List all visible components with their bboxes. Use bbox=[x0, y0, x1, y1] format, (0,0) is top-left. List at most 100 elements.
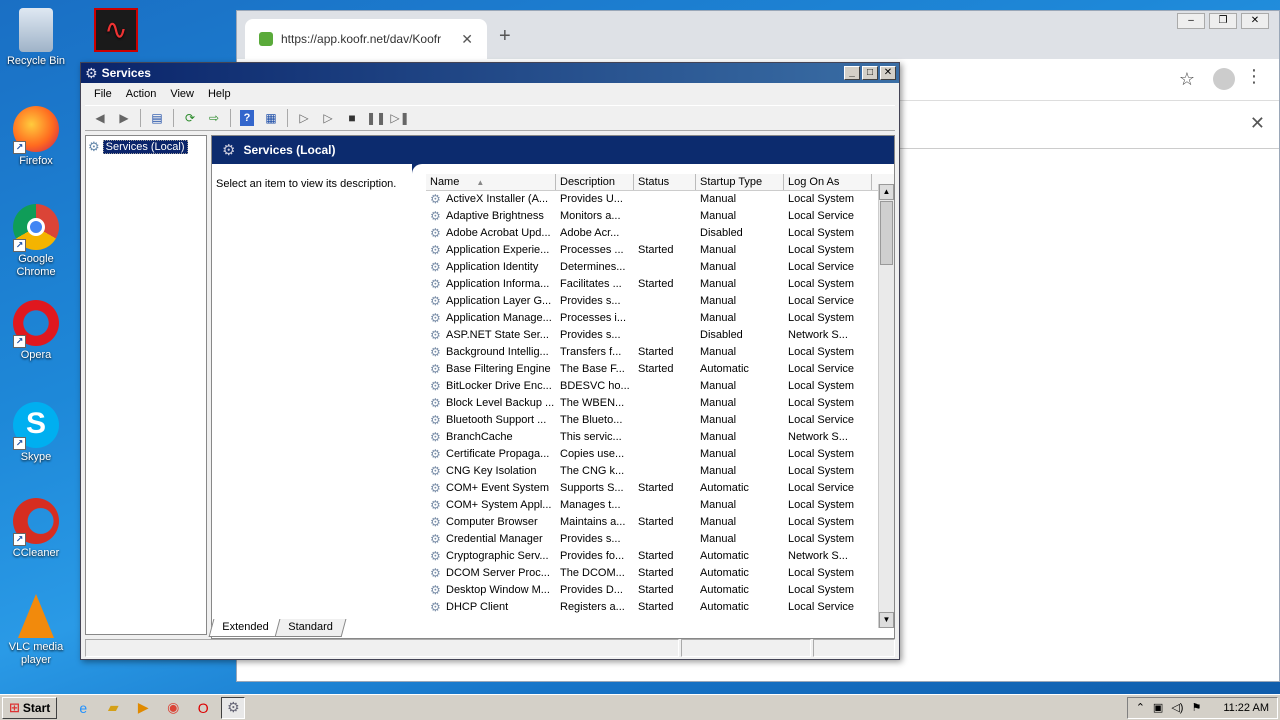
service-row[interactable]: ⚙ COM+ System Appl... Manages t... Manual Lo… bbox=[426, 497, 894, 514]
desktop-icon-ccleaner[interactable]: ↗ CCleaner bbox=[0, 498, 72, 560]
desktop-icon-recycle-bin[interactable]: Recycle Bin bbox=[0, 8, 72, 68]
service-row[interactable]: ⚙ Application Informa... Facilitates ... St… bbox=[426, 276, 894, 293]
service-description: Processes ... bbox=[560, 244, 624, 256]
service-row[interactable]: ⚙ Bluetooth Support ... The Blueto... Manua… bbox=[426, 412, 894, 429]
service-status: Started bbox=[638, 482, 674, 494]
tab-extended[interactable]: Extended bbox=[208, 619, 282, 637]
restore-icon[interactable]: ❐ bbox=[1209, 13, 1237, 29]
service-name: ⚙ Base Filtering Engine bbox=[426, 361, 556, 378]
desktop-icon-vlc[interactable]: VLC media player bbox=[0, 594, 72, 667]
start-service-icon[interactable]: ▷ bbox=[293, 108, 315, 128]
chrome-taskbar-icon[interactable]: ◉ bbox=[161, 697, 185, 719]
chrome-menu-icon[interactable]: ⋮ bbox=[1245, 66, 1263, 87]
refresh-icon[interactable]: ⟳ bbox=[179, 108, 201, 128]
service-row[interactable]: ⚙ Computer Browser Maintains a... Started Ma… bbox=[426, 514, 894, 531]
menu-action[interactable]: Action bbox=[119, 88, 164, 100]
service-row[interactable]: ⚙ Background Intellig... Transfers f... Sta… bbox=[426, 344, 894, 361]
chrome-tab-title: https://app.koofr.net/dav/Koofr bbox=[281, 32, 442, 46]
column-header-startup-type[interactable]: Startup Type bbox=[696, 174, 784, 190]
service-gear-icon: ⚙ bbox=[430, 498, 441, 512]
network-icon[interactable]: ▣ bbox=[1153, 701, 1163, 714]
menu-file[interactable]: File bbox=[87, 88, 119, 100]
opera-taskbar-icon[interactable]: O bbox=[191, 697, 215, 719]
infobar-close-icon[interactable]: ✕ bbox=[1250, 113, 1265, 134]
service-name-text: Base Filtering Engine bbox=[446, 363, 551, 375]
show-hidden-icons-icon[interactable]: ⌃ bbox=[1136, 701, 1145, 714]
clock[interactable]: 11:22 AM bbox=[1223, 702, 1269, 714]
export-list-icon[interactable]: ⇨ bbox=[203, 108, 225, 128]
maximize-icon[interactable]: □ bbox=[862, 66, 878, 80]
service-row[interactable]: ⚙ DCOM Server Proc... The DCOM... Started Au… bbox=[426, 565, 894, 582]
service-row[interactable]: ⚙ Cryptographic Serv... Provides fo... Star… bbox=[426, 548, 894, 565]
help-icon[interactable]: ? bbox=[240, 110, 254, 126]
internet-explorer-icon[interactable]: e bbox=[71, 697, 95, 719]
close-icon[interactable]: ✕ bbox=[1241, 13, 1269, 29]
properties-icon[interactable]: ▦ bbox=[260, 108, 282, 128]
service-row[interactable]: ⚙ Block Level Backup ... The WBEN... Manual… bbox=[426, 395, 894, 412]
media-player-icon[interactable]: ▶ bbox=[131, 697, 155, 719]
file-explorer-icon[interactable]: ▰ bbox=[101, 697, 125, 719]
service-name: ⚙ DCOM Server Proc... bbox=[426, 565, 556, 582]
minimize-icon[interactable]: _ bbox=[844, 66, 860, 80]
desktop-icon-opera[interactable]: ↗ Opera bbox=[0, 300, 72, 362]
restart-service-icon[interactable]: ▷❚ bbox=[389, 108, 411, 128]
scrollbar-thumb[interactable] bbox=[880, 201, 893, 265]
column-header-status[interactable]: Status bbox=[634, 174, 696, 190]
volume-icon[interactable]: ◁) bbox=[1171, 701, 1183, 714]
service-row[interactable]: ⚙ Application Experie... Processes ... Star… bbox=[426, 242, 894, 259]
chrome-tabstrip: https://app.koofr.net/dav/Koofr ✕ + ‒ ❐ … bbox=[237, 11, 1279, 59]
start-service-alt-icon[interactable]: ▷ bbox=[317, 108, 339, 128]
scroll-up-icon[interactable]: ▲ bbox=[879, 184, 894, 200]
close-icon[interactable]: ✕ bbox=[880, 66, 896, 80]
service-status: Started bbox=[638, 601, 674, 613]
desktop-icon-acrobat[interactable]: ∿ bbox=[80, 8, 152, 55]
service-log-on-as: Local System bbox=[788, 499, 855, 511]
profile-avatar-icon[interactable] bbox=[1213, 68, 1235, 90]
service-row[interactable]: ⚙ Application Identity Determines... Manual… bbox=[426, 259, 894, 276]
column-header-log-on-as[interactable]: Log On As bbox=[784, 174, 872, 190]
service-row[interactable]: ⚙ Adaptive Brightness Monitors a... Manual L… bbox=[426, 208, 894, 225]
scroll-down-icon[interactable]: ▼ bbox=[879, 612, 894, 628]
service-row[interactable]: ⚙ Application Manage... Processes i... Manu… bbox=[426, 310, 894, 327]
service-row[interactable]: ⚙ Desktop Window M... Provides D... Started… bbox=[426, 582, 894, 599]
menu-view[interactable]: View bbox=[163, 88, 201, 100]
service-row[interactable]: ⚙ Application Layer G... Provides s... Manu… bbox=[426, 293, 894, 310]
menu-help[interactable]: Help bbox=[201, 88, 238, 100]
pause-service-icon[interactable]: ❚❚ bbox=[365, 108, 387, 128]
service-row[interactable]: ⚙ Adobe Acrobat Upd... Adobe Acr... Disable… bbox=[426, 225, 894, 242]
column-header-description[interactable]: Description bbox=[556, 174, 634, 190]
service-row[interactable]: ⚙ ASP.NET State Ser... Provides s... Disabl… bbox=[426, 327, 894, 344]
start-button[interactable]: ⊞ Start bbox=[2, 696, 58, 719]
desktop-icon-chrome[interactable]: ↗ Google Chrome bbox=[0, 204, 72, 279]
service-row[interactable]: ⚙ BranchCache This servic... Manual Network … bbox=[426, 429, 894, 446]
service-row[interactable]: ⚙ CNG Key Isolation The CNG k... Manual Loca… bbox=[426, 463, 894, 480]
desktop-icon-firefox[interactable]: ↗ Firefox bbox=[0, 106, 72, 168]
column-header-name[interactable]: Name ▲ bbox=[426, 174, 556, 190]
action-center-flag-icon[interactable]: ⚑ bbox=[1191, 701, 1201, 714]
new-tab-button[interactable]: + bbox=[499, 25, 511, 48]
service-row[interactable]: ⚙ COM+ Event System Supports S... Started Au… bbox=[426, 480, 894, 497]
stop-service-icon[interactable]: ■ bbox=[341, 108, 363, 128]
services-titlebar[interactable]: ⚙ Services _ □ ✕ bbox=[81, 63, 899, 83]
opera-icon: ↗ bbox=[13, 300, 59, 348]
bookmark-star-icon[interactable]: ☆ bbox=[1179, 69, 1195, 90]
chrome-tab[interactable]: https://app.koofr.net/dav/Koofr ✕ bbox=[245, 19, 487, 59]
tree-item-services-local[interactable]: ⚙ Services (Local) bbox=[88, 139, 204, 155]
service-row[interactable]: ⚙ DHCP Client Registers a... Started Automat… bbox=[426, 599, 894, 616]
desktop-icon-label: Recycle Bin bbox=[6, 55, 66, 67]
service-row[interactable]: ⚙ Base Filtering Engine The Base F... Start… bbox=[426, 361, 894, 378]
close-tab-icon[interactable]: ✕ bbox=[461, 31, 473, 48]
minimize-icon[interactable]: ‒ bbox=[1177, 13, 1205, 29]
vertical-scrollbar[interactable]: ▲ ▼ bbox=[878, 184, 894, 628]
service-gear-icon: ⚙ bbox=[430, 192, 441, 206]
tab-standard[interactable]: Standard bbox=[275, 619, 347, 637]
back-icon[interactable]: ◀ bbox=[89, 108, 111, 128]
forward-icon[interactable]: ▶ bbox=[113, 108, 135, 128]
desktop-icon-skype[interactable]: S ↗ Skype bbox=[0, 402, 72, 464]
service-row[interactable]: ⚙ ActiveX Installer (A... Provides U... Man… bbox=[426, 191, 894, 208]
service-row[interactable]: ⚙ BitLocker Drive Enc... BDESVC ho... Manua… bbox=[426, 378, 894, 395]
service-row[interactable]: ⚙ Credential Manager Provides s... Manual Lo… bbox=[426, 531, 894, 548]
service-row[interactable]: ⚙ Certificate Propaga... Copies use... Manu… bbox=[426, 446, 894, 463]
services-taskbar-icon[interactable]: ⚙ bbox=[221, 696, 246, 719]
show-hide-console-tree-icon[interactable]: ▤ bbox=[146, 108, 168, 128]
